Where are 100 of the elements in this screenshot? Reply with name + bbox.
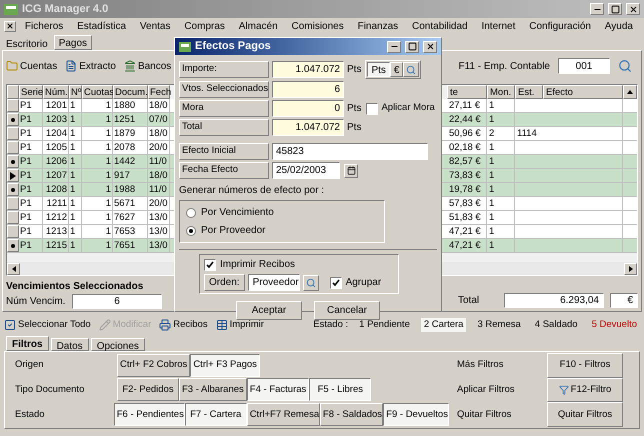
checkbox-label: Aplicar Mora: [381, 101, 435, 116]
table-cell: 1: [69, 99, 82, 112]
table-cell: 73,83 €: [447, 169, 487, 182]
table-cell: 1: [82, 169, 113, 182]
table-cell: 1: [82, 155, 113, 168]
table-cell: 1: [69, 239, 82, 252]
table-cell: 1: [82, 197, 113, 210]
table-cell: 1: [487, 183, 515, 196]
filter-label: Aplicar Filtros: [457, 382, 516, 397]
table-cell: 1: [82, 239, 113, 252]
table-cell: 5671: [113, 197, 148, 210]
table-cell: 1: [487, 141, 515, 154]
table-cell: 1207: [43, 169, 69, 182]
table-cell: P1: [19, 127, 43, 140]
table-cell: P1: [19, 183, 43, 196]
table-cell: 1: [69, 113, 82, 126]
table-cell: 1: [82, 183, 113, 196]
field-label: Fecha Efecto: [179, 162, 269, 179]
filter-label: Más Filtros: [457, 358, 504, 372]
filter-label: Estado: [14, 408, 46, 422]
table-cell: 18/0: [148, 127, 170, 140]
table-cell: 7651: [113, 239, 148, 252]
table-cell: 18/0: [148, 99, 170, 112]
radio-label: Por Vencimiento: [201, 206, 274, 220]
table-cell: 1: [487, 99, 515, 112]
table-cell: 1: [82, 225, 113, 238]
table-cell: 1: [487, 197, 515, 210]
table-cell: 1205: [43, 141, 69, 154]
table-cell: P1: [19, 113, 43, 126]
section-title: Vencimientos Seleccionados: [6, 280, 144, 294]
table-cell: 13/0: [148, 211, 170, 224]
table-cell: 1212: [43, 211, 69, 224]
table-cell: 11/0: [148, 155, 170, 168]
table-cell: 1: [487, 239, 515, 252]
field-label: Vtos. Seleccionados: [179, 81, 269, 98]
table-cell: 47,21 €: [447, 239, 487, 252]
table-cell: P1: [19, 197, 43, 210]
table-cell: 50,96 €: [447, 127, 487, 140]
field-label: Mora: [179, 100, 269, 117]
status-legend-item: 4 Saldado: [534, 318, 579, 332]
table-cell: 22,44 €: [447, 113, 487, 126]
table-cell: 1: [82, 127, 113, 140]
company-label: F11 - Emp. Contable: [458, 60, 550, 74]
table-cell: 07/0: [148, 113, 170, 126]
table-cell: 47,21 €: [447, 225, 487, 238]
table-cell: 1: [82, 113, 113, 126]
table-cell: P1: [19, 99, 43, 112]
field-label: Núm Vencim.: [6, 295, 66, 309]
table-cell: P1: [19, 211, 43, 224]
filter-label: Origen: [14, 358, 45, 372]
table-cell: 1206: [43, 155, 69, 168]
status-legend-item: 3 Remesa: [476, 318, 522, 332]
table-cell: 1201: [43, 99, 69, 112]
field-label: Orden:: [204, 274, 245, 291]
dialog-title: Efectos Pagos: [195, 39, 272, 54]
table-cell: 7627: [113, 211, 148, 224]
table-cell: 1: [82, 141, 113, 154]
unit-label: Pts: [347, 63, 362, 77]
table-cell: 1: [69, 183, 82, 196]
table-cell: 1442: [113, 155, 148, 168]
table-cell: 7653: [113, 225, 148, 238]
table-cell: 13/0: [148, 239, 170, 252]
table-cell: 1211: [43, 197, 69, 210]
table-cell: P1: [19, 239, 43, 252]
table-cell: 19,78 €: [447, 183, 487, 196]
table-cell: P1: [19, 169, 43, 182]
table-cell: 1988: [113, 183, 148, 196]
status-legend-item: 1 Pendiente: [358, 318, 411, 332]
status-legend-item: 2 Cartera: [420, 318, 466, 332]
window-title: ICG Manager 4.0: [22, 2, 110, 17]
status-legend-label: Estado :: [313, 318, 348, 332]
table-cell: 20/0: [148, 197, 170, 210]
table-cell: 82,57 €: [447, 155, 487, 168]
table-cell: 1213: [43, 225, 69, 238]
table-cell: 1: [82, 211, 113, 224]
table-cell: 1: [487, 211, 515, 224]
table-cell: 1: [487, 225, 515, 238]
table-cell: 1: [487, 169, 515, 182]
checkbox-label: Agrupar: [346, 276, 382, 290]
table-cell: 1251: [113, 113, 148, 126]
table-cell: 1: [69, 155, 82, 168]
table-cell: 1880: [113, 99, 148, 112]
table-cell: 1: [69, 169, 82, 182]
unit-label: Pts: [347, 121, 362, 135]
table-cell: 18/0: [148, 169, 170, 182]
field-label: Importe:: [179, 61, 269, 78]
table-cell: 1215: [43, 239, 69, 252]
table-cell: P1: [19, 225, 43, 238]
group-label: Generar números de efecto por :: [179, 184, 326, 198]
filter-label: Tipo Documento: [14, 382, 86, 397]
table-cell: 1: [82, 99, 113, 112]
table-cell: 1: [487, 113, 515, 126]
table-cell: 2078: [113, 141, 148, 154]
table-cell: 57,83 €: [447, 197, 487, 210]
table-cell: 20/0: [148, 141, 170, 154]
table-cell: 1208: [43, 183, 69, 196]
table-cell: 51,83 €: [447, 211, 487, 224]
table-cell: P1: [19, 155, 43, 168]
table-cell: 13/0: [148, 225, 170, 238]
field-label: Total: [458, 294, 480, 308]
